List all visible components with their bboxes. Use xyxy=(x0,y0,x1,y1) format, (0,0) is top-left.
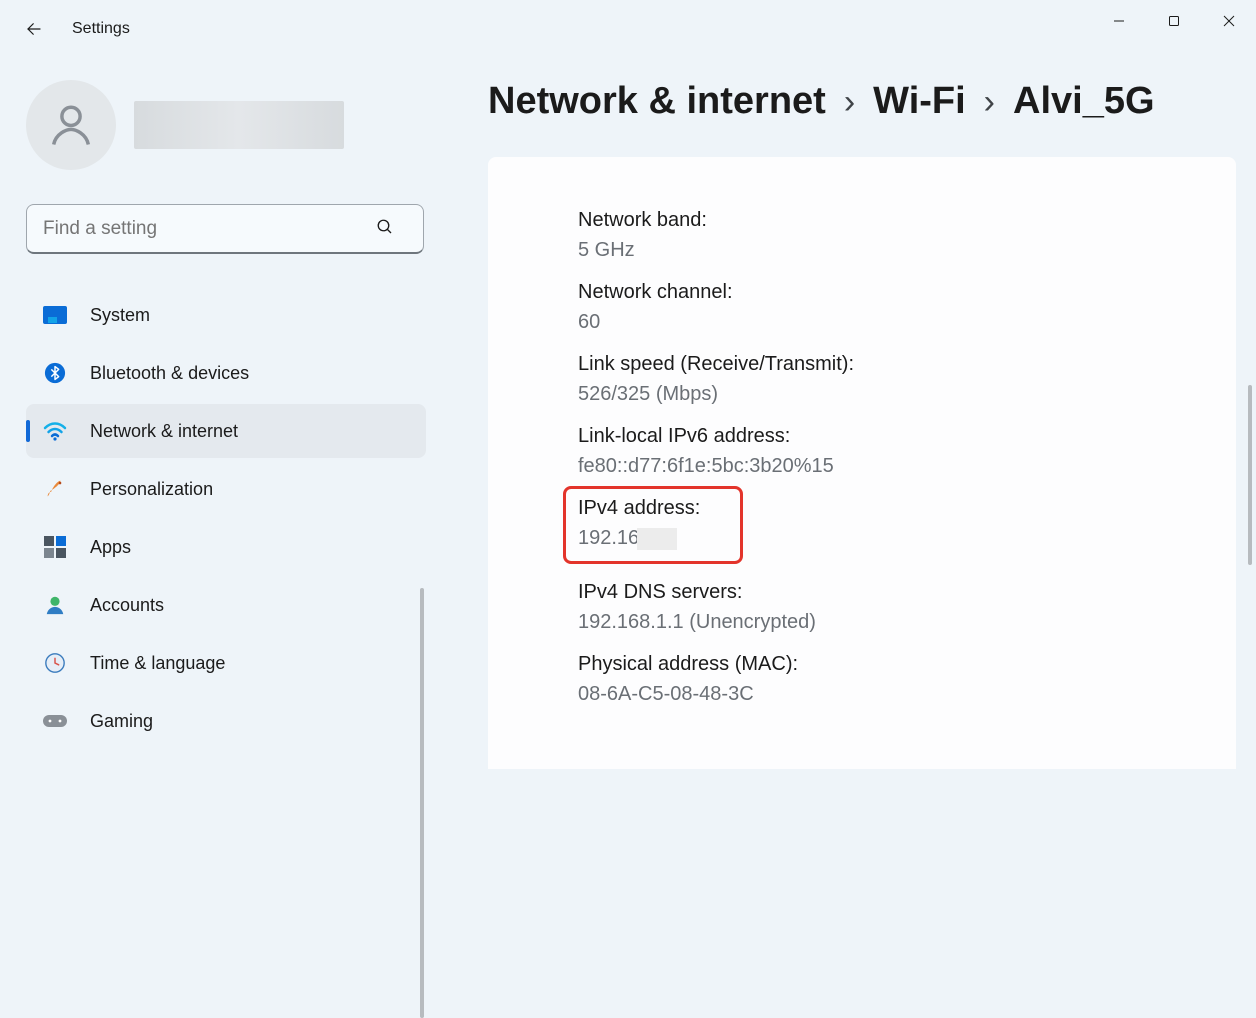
chevron-right-icon: › xyxy=(844,83,855,122)
breadcrumb-current: Alvi_5G xyxy=(1013,80,1155,123)
properties-panel: Network band: 5 GHz Network channel: 60 … xyxy=(488,157,1236,769)
apps-icon xyxy=(42,534,68,560)
time-icon xyxy=(42,650,68,676)
sidebar-item-personalization[interactable]: Personalization xyxy=(26,462,426,516)
prop-network-channel: Network channel: 60 xyxy=(578,277,1176,337)
sidebar-item-apps[interactable]: Apps xyxy=(26,520,426,574)
profile-block[interactable] xyxy=(26,80,426,170)
gaming-icon xyxy=(42,708,68,734)
prop-network-band: Network band: 5 GHz xyxy=(578,205,1176,265)
window-controls xyxy=(1091,0,1256,42)
bluetooth-icon xyxy=(42,360,68,386)
prop-value-redacted: 192.16 xyxy=(578,523,677,553)
prop-label: Link-local IPv6 address: xyxy=(578,421,1176,451)
sidebar-item-label: Apps xyxy=(90,537,131,558)
search-box[interactable] xyxy=(26,204,426,254)
prop-label: Link speed (Receive/Transmit): xyxy=(578,349,1176,379)
sidebar-item-label: Time & language xyxy=(90,653,225,674)
prop-value: 5 GHz xyxy=(578,235,1176,265)
prop-ipv6-local: Link-local IPv6 address: fe80::d77:6f1e:… xyxy=(578,421,1176,481)
sidebar-item-time[interactable]: Time & language xyxy=(26,636,426,690)
prop-value: fe80::d77:6f1e:5bc:3b20%15 xyxy=(578,451,1176,481)
ipv4-visible-part: 192.16 xyxy=(578,527,639,549)
app-title: Settings xyxy=(72,20,130,38)
prop-value: 526/325 (Mbps) xyxy=(578,379,1176,409)
prop-mac: Physical address (MAC): 08-6A-C5-08-48-3… xyxy=(578,649,1176,709)
search-input[interactable] xyxy=(26,204,424,254)
main-panel: Network & internet › Wi-Fi › Alvi_5G Net… xyxy=(440,58,1256,769)
breadcrumb-network[interactable]: Network & internet xyxy=(488,80,826,123)
prop-value: 192.168.1.1 (Unencrypted) xyxy=(578,607,1176,637)
prop-label: Physical address (MAC): xyxy=(578,649,1176,679)
sidebar-item-label: Network & internet xyxy=(90,421,238,442)
prop-link-speed: Link speed (Receive/Transmit): 526/325 (… xyxy=(578,349,1176,409)
ipv4-redacted-mask xyxy=(637,528,677,550)
system-icon xyxy=(42,302,68,328)
prop-label: IPv4 address: xyxy=(578,493,1176,523)
accounts-icon xyxy=(42,592,68,618)
search-icon xyxy=(376,218,394,241)
maximize-button[interactable] xyxy=(1146,0,1201,42)
prop-value: 60 xyxy=(578,307,1176,337)
prop-label: Network band: xyxy=(578,205,1176,235)
profile-name-redacted xyxy=(134,101,344,149)
prop-ipv4-address: IPv4 address: 192.16 xyxy=(578,493,1176,565)
sidebar-item-network[interactable]: Network & internet xyxy=(26,404,426,458)
brush-icon xyxy=(42,476,68,502)
sidebar-item-system[interactable]: System xyxy=(26,288,426,342)
prop-label: Network channel: xyxy=(578,277,1176,307)
prop-label: IPv4 DNS servers: xyxy=(578,577,1176,607)
sidebar-nav: System Bluetooth & devices Networ xyxy=(26,288,426,748)
wifi-icon xyxy=(42,418,68,444)
sidebar-item-label: Accounts xyxy=(90,595,164,616)
breadcrumb: Network & internet › Wi-Fi › Alvi_5G xyxy=(488,80,1236,123)
sidebar-item-bluetooth[interactable]: Bluetooth & devices xyxy=(26,346,426,400)
sidebar-scrollbar[interactable] xyxy=(420,588,424,1018)
main-scrollbar[interactable] xyxy=(1248,385,1252,565)
sidebar: System Bluetooth & devices Networ xyxy=(0,58,440,769)
prop-ipv4-dns: IPv4 DNS servers: 192.168.1.1 (Unencrypt… xyxy=(578,577,1176,637)
sidebar-item-gaming[interactable]: Gaming xyxy=(26,694,426,748)
sidebar-item-label: Gaming xyxy=(90,711,153,732)
sidebar-item-label: Bluetooth & devices xyxy=(90,363,249,384)
avatar xyxy=(26,80,116,170)
breadcrumb-wifi[interactable]: Wi-Fi xyxy=(873,80,966,123)
minimize-button[interactable] xyxy=(1091,0,1146,42)
prop-value: 08-6A-C5-08-48-3C xyxy=(578,679,1176,709)
sidebar-item-accounts[interactable]: Accounts xyxy=(26,578,426,632)
close-button[interactable] xyxy=(1201,0,1256,42)
back-button[interactable] xyxy=(14,9,54,49)
sidebar-item-label: Personalization xyxy=(90,479,213,500)
titlebar: Settings xyxy=(0,0,1256,58)
sidebar-item-label: System xyxy=(90,305,150,326)
chevron-right-icon: › xyxy=(984,83,995,122)
